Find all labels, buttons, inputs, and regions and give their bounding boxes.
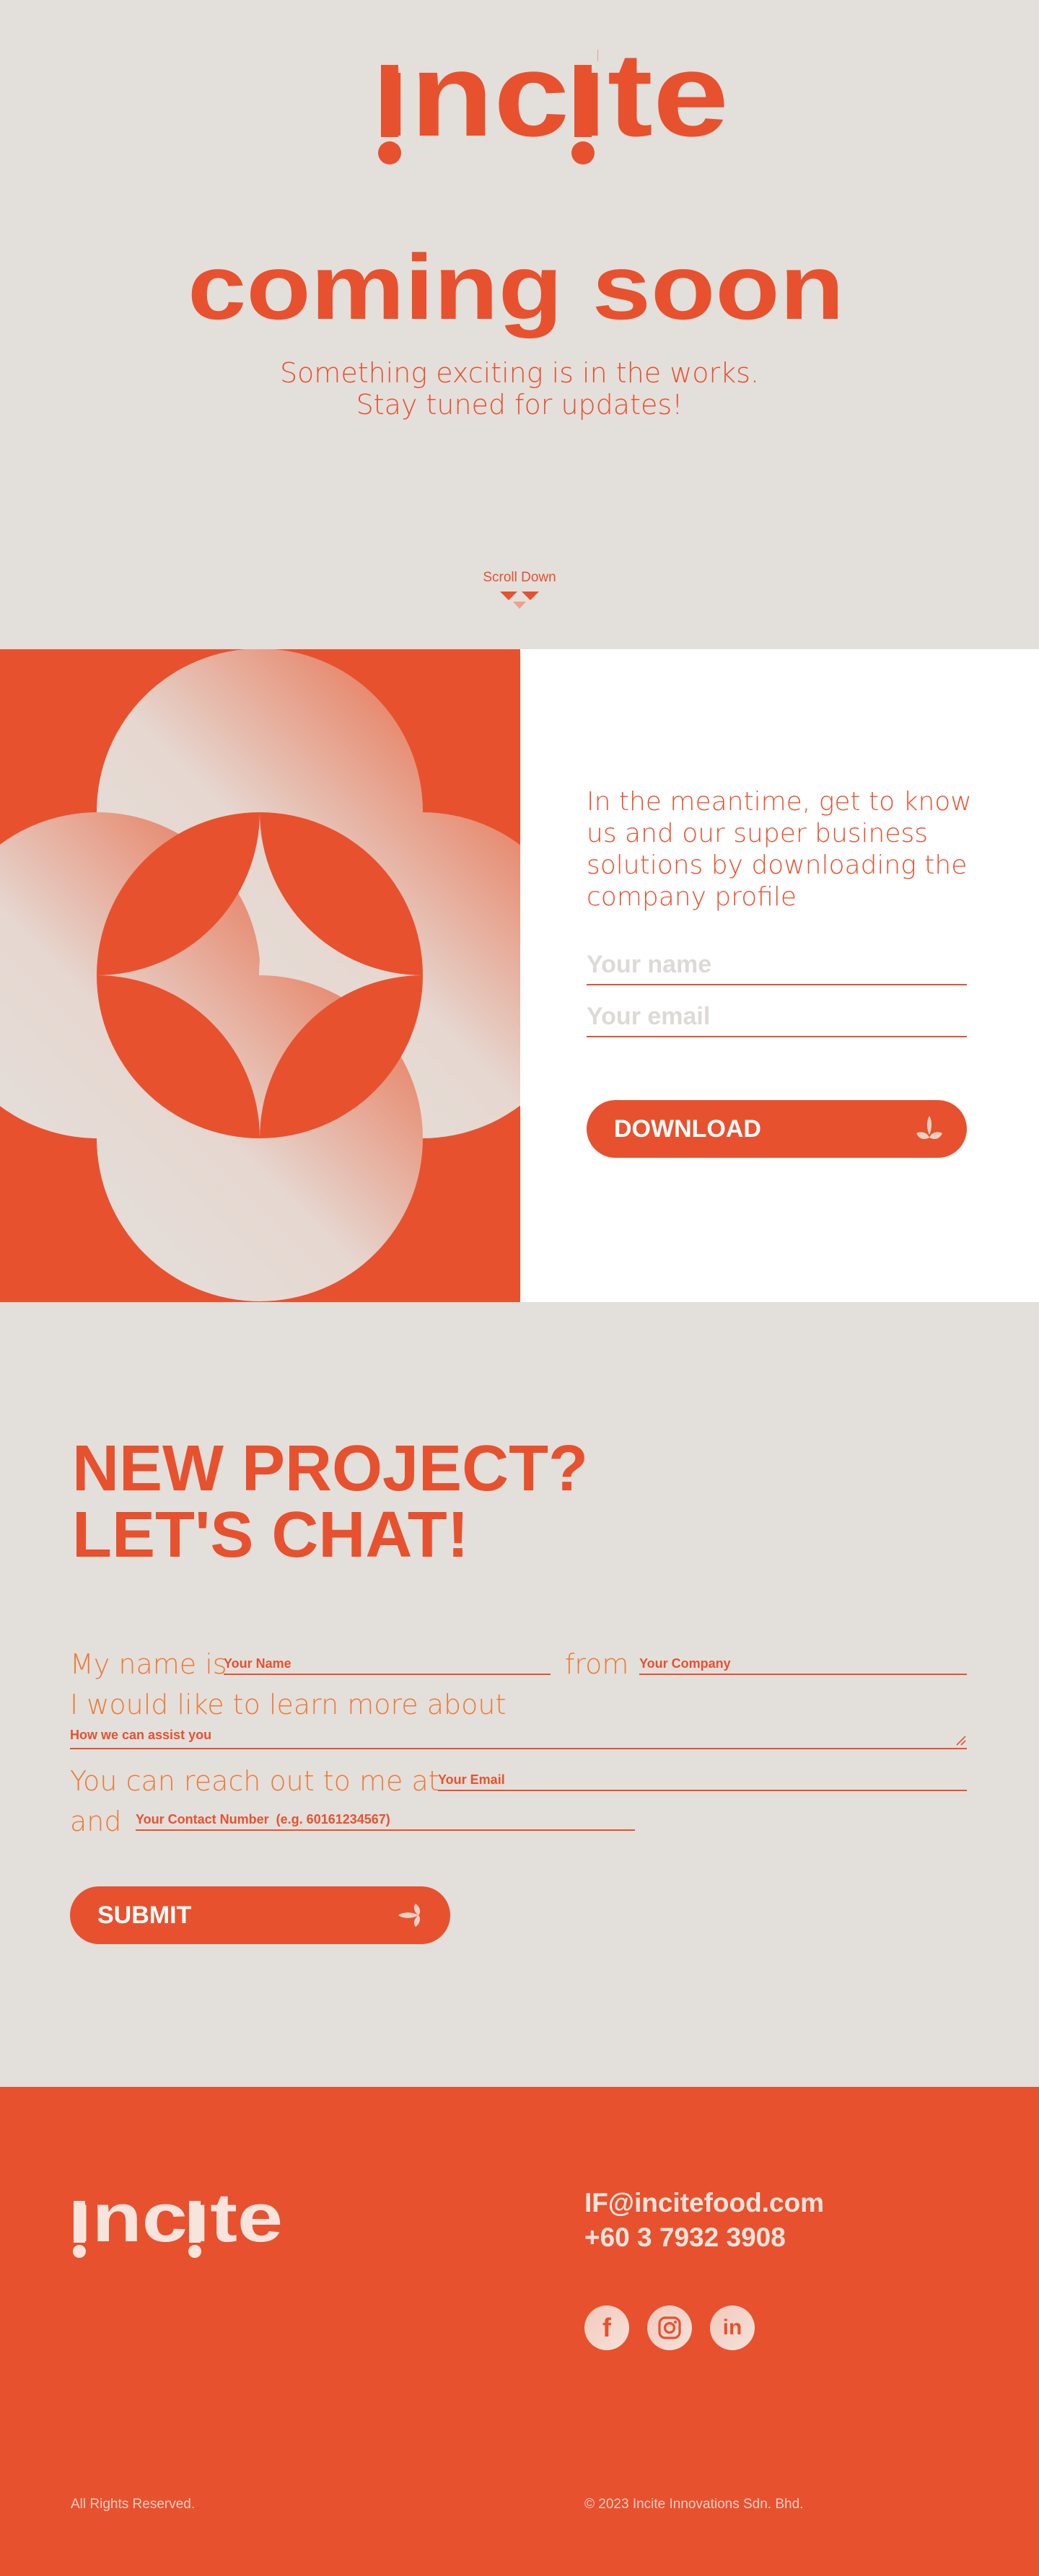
profile-email-input[interactable]	[587, 997, 967, 1036]
chat-assist-field	[70, 1728, 967, 1749]
sprout-icon	[398, 1904, 421, 1927]
chat-title-line-1: NEW PROJECT?	[72, 1433, 589, 1505]
chat-name-input[interactable]	[224, 1653, 551, 1674]
from-label: from	[565, 1648, 629, 1680]
footer-email-link[interactable]: IF@incitefood.com	[584, 2188, 824, 2218]
instagram-link[interactable]	[647, 2305, 692, 2350]
chat-email-input[interactable]	[438, 1770, 967, 1790]
contact-section: NEW PROJECT? LET'S CHAT! My name is from…	[0, 1302, 1039, 2087]
linkedin-icon: in	[722, 2316, 742, 2339]
instagram-icon	[658, 2316, 681, 2339]
rights-text: All Rights Reserved.	[71, 2497, 196, 2512]
svg-text:coming soon: coming soon	[188, 236, 844, 339]
facebook-icon: f	[602, 2313, 611, 2342]
tagline-line-1: Something exciting is in the works.	[279, 357, 760, 389]
hero-section: incite coming soon Something exciting is…	[0, 0, 1039, 649]
profile-intro-text: In the meantime, get to know us and our …	[587, 787, 972, 912]
download-button[interactable]: DOWNLOAD	[587, 1100, 967, 1158]
and-label: and	[70, 1806, 122, 1837]
chat-title: NEW PROJECT? LET'S CHAT!	[72, 1436, 588, 1568]
chat-company-field	[639, 1653, 967, 1675]
submit-button-label: SUBMIT	[97, 1901, 192, 1929]
coming-soon-headline: coming soon	[188, 236, 844, 339]
linkedin-link[interactable]: in	[710, 2305, 755, 2350]
tagline: Something exciting is in the works. Stay…	[0, 357, 1039, 421]
chat-company-input[interactable]	[639, 1653, 967, 1674]
chat-name-field	[224, 1653, 551, 1675]
site-footer: incite IF@incitefood.com +60 3 7932 3908…	[0, 2087, 1039, 2576]
chat-contact-field	[136, 1809, 635, 1831]
scroll-down-label: Scroll Down	[483, 570, 556, 585]
my-name-is-label: My name is	[70, 1648, 227, 1680]
sprout-icon	[916, 1116, 942, 1139]
learn-more-label: I would like to learn more about	[70, 1689, 507, 1720]
download-button-label: DOWNLOAD	[614, 1115, 761, 1143]
profile-email-field	[587, 997, 967, 1037]
company-profile-section: In the meantime, get to know us and our …	[0, 649, 1039, 1302]
copyright-text: © 2023 Incite Innovations Sdn. Bhd.	[584, 2497, 804, 2512]
footer-phone-link[interactable]: +60 3 7932 3908	[584, 2223, 786, 2253]
chat-assist-input[interactable]	[70, 1728, 967, 1748]
profile-name-input[interactable]	[587, 945, 967, 984]
resize-handle-icon[interactable]	[954, 1733, 967, 1746]
tagline-line-2: Stay tuned for updates!	[356, 389, 683, 421]
chat-contact-input[interactable]	[136, 1809, 635, 1829]
facebook-link[interactable]: f	[584, 2305, 629, 2350]
submit-button[interactable]: SUBMIT	[70, 1886, 450, 1944]
svg-text:incite: incite	[375, 43, 729, 161]
double-chevron-down-icon	[500, 592, 539, 609]
decorative-pattern	[0, 649, 520, 1302]
scroll-down-link[interactable]: Scroll Down	[447, 570, 592, 610]
reach-out-label: You can reach out to me at	[70, 1765, 439, 1797]
download-form-panel: In the meantime, get to know us and our …	[520, 649, 1039, 1302]
chat-email-field	[438, 1770, 967, 1791]
profile-name-field	[587, 945, 967, 985]
brand-logo[interactable]: incite	[375, 43, 729, 170]
chat-title-line-2: LET'S CHAT!	[72, 1499, 469, 1571]
svg-text:incite: incite	[71, 2188, 283, 2256]
footer-logo[interactable]: incite	[71, 2188, 283, 2260]
